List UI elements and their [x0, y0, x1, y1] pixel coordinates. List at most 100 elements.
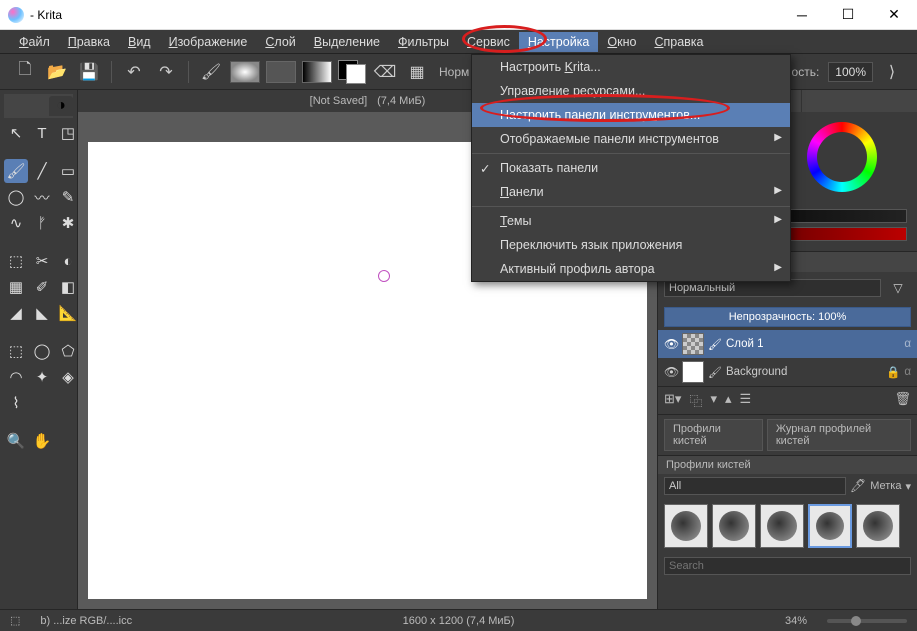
layer-opacity-slider[interactable]: Непрозрачность: 100%	[664, 307, 911, 327]
ellipse-select-tool[interactable]: ◯	[30, 339, 54, 363]
menu-справка[interactable]: Справка	[645, 32, 712, 52]
layer-row[interactable]: 👁🖌Слой 1α	[658, 330, 917, 358]
rect-select-tool[interactable]: ⬚	[4, 339, 28, 363]
brush-filter-select[interactable]: All	[664, 477, 846, 495]
status-select-icon[interactable]: ⬚	[10, 614, 20, 627]
menu-item[interactable]: ✓Показать панели	[472, 156, 790, 180]
menu-изображение[interactable]: Изображение	[160, 32, 257, 52]
rectangle-tool[interactable]: ▭	[56, 159, 80, 183]
redo-button[interactable]: ↷	[153, 59, 179, 85]
eraser-toggle[interactable]: ⌫	[372, 59, 398, 85]
move-layer-down-button[interactable]: ▾	[710, 391, 717, 410]
dyna-brush-tool[interactable]: ᚠ	[30, 211, 54, 235]
transform-tool[interactable]: T	[30, 121, 54, 145]
calligraphy-tool[interactable]: ◐	[56, 249, 80, 273]
zoom-tool[interactable]: 🔍	[4, 429, 28, 453]
alpha-icon[interactable]: α	[904, 366, 911, 378]
opacity-field[interactable]: 100%	[828, 62, 873, 82]
save-file-button[interactable]: 💾	[76, 59, 102, 85]
menu-item[interactable]: Отображаемые панели инструментов▶	[472, 127, 790, 151]
menu-файл[interactable]: Файл	[10, 32, 59, 52]
menu-вид[interactable]: Вид	[119, 32, 160, 52]
text-tool[interactable]: ✂	[30, 249, 54, 273]
tag-label[interactable]: Метка	[870, 480, 901, 492]
minimize-button[interactable]: ─	[779, 0, 825, 30]
delete-layer-button[interactable]: 🗑	[894, 391, 911, 410]
menu-item[interactable]: Активный профиль автора▶	[472, 257, 790, 281]
layer-thumbnail[interactable]	[682, 333, 704, 355]
tag-icon[interactable]: 🖊	[850, 478, 867, 494]
layer-properties-button[interactable]: ☰	[740, 391, 752, 410]
menu-item[interactable]: Панели▶	[472, 180, 790, 204]
color-wheel[interactable]	[807, 122, 877, 192]
visibility-icon[interactable]: 👁	[664, 365, 678, 379]
bezier-select-tool[interactable]: ⌇	[4, 391, 28, 415]
bezier-tool[interactable]: ✎	[56, 185, 80, 209]
menu-item[interactable]: Настроить панели инструментов...	[472, 103, 790, 127]
crop-tool[interactable]: ◳	[56, 121, 80, 145]
brush-search-input[interactable]	[664, 557, 911, 575]
fg-bg-color-swatch[interactable]	[338, 60, 366, 84]
freehand-select-tool[interactable]: ◠	[4, 365, 28, 389]
brush-preset-2[interactable]	[712, 504, 756, 548]
pattern-edit-tool[interactable]: ▦	[4, 275, 28, 299]
zoom-slider[interactable]	[827, 619, 907, 623]
layer-name[interactable]: Background	[726, 366, 882, 378]
assistant-tool[interactable]: ◣	[30, 301, 54, 325]
add-layer-button[interactable]: ⊞▾	[664, 391, 681, 410]
menu-сервис[interactable]: Сервис	[458, 32, 519, 52]
measure-tool[interactable]: 📐	[56, 301, 80, 325]
contiguous-select-tool[interactable]: ✦	[30, 365, 54, 389]
menu-слой[interactable]: Слой	[256, 32, 304, 52]
menu-item[interactable]: Темы▶	[472, 209, 790, 233]
similar-select-tool[interactable]: ◈	[56, 365, 80, 389]
alpha-icon[interactable]: α	[904, 338, 911, 350]
menu-окно[interactable]: Окно	[598, 32, 645, 52]
move-tool[interactable]: ↖	[4, 121, 28, 145]
duplicate-layer-button[interactable]: ⿻	[689, 391, 702, 410]
line-tool[interactable]: ╱	[30, 159, 54, 183]
tag-dropdown-icon[interactable]: ▾	[905, 480, 911, 493]
freehand-path-tool[interactable]: ∿	[4, 211, 28, 235]
pan-tool[interactable]: ✋	[30, 429, 54, 453]
brush-preset-3[interactable]	[760, 504, 804, 548]
menu-выделение[interactable]: Выделение	[305, 32, 389, 52]
menu-настройка[interactable]: Настройка	[519, 32, 599, 52]
move-layer-up-button[interactable]: ▴	[725, 391, 732, 410]
visibility-icon[interactable]: 👁	[664, 337, 678, 351]
freehand-brush-tool[interactable]: 🖌	[4, 159, 28, 183]
lock-icon[interactable]: 🔒	[886, 365, 900, 379]
close-button[interactable]: ✕	[871, 0, 917, 30]
color-picker-tool[interactable]: ✐	[30, 275, 54, 299]
open-file-button[interactable]: 📂	[44, 59, 70, 85]
menu-item[interactable]: Переключить язык приложения	[472, 233, 790, 257]
brush-preset-4[interactable]	[808, 504, 852, 548]
brush-preview[interactable]	[230, 61, 260, 83]
toolbar-chevron[interactable]: ⟩	[879, 59, 905, 85]
layer-filter-icon[interactable]: ▽	[885, 275, 911, 301]
fill-tool[interactable]: ◧	[56, 275, 80, 299]
brush-preset-1[interactable]	[664, 504, 708, 548]
menu-правка[interactable]: Правка	[59, 32, 119, 52]
new-file-button[interactable]: 🗋	[12, 59, 38, 85]
brush-icon[interactable]: 🖌	[198, 59, 224, 85]
undo-button[interactable]: ↶	[121, 59, 147, 85]
tab-brush-profiles[interactable]: Профили кистей	[664, 419, 763, 451]
menu-фильтры[interactable]: Фильтры	[389, 32, 458, 52]
gradient-swatch[interactable]	[302, 61, 332, 83]
ellipse-tool[interactable]: ◯	[4, 185, 28, 209]
alpha-lock-toggle[interactable]: ▦	[404, 59, 430, 85]
status-zoom-value[interactable]: 34%	[785, 615, 807, 627]
brush-preset-5[interactable]	[856, 504, 900, 548]
document-name[interactable]: [Not Saved]	[310, 95, 367, 107]
layer-thumbnail[interactable]	[682, 361, 704, 383]
pattern-swatch[interactable]	[266, 61, 296, 83]
multibrush-tool[interactable]: ✱	[56, 211, 80, 235]
layer-name[interactable]: Слой 1	[726, 338, 900, 350]
polyline-tool[interactable]: 〰	[30, 185, 54, 209]
polygon-select-tool[interactable]: ⬠	[56, 339, 80, 363]
toolbox-tab-icon[interactable]: ◑	[49, 96, 73, 116]
edit-shapes-tool[interactable]: ⬚	[4, 249, 28, 273]
maximize-button[interactable]: ☐	[825, 0, 871, 30]
layer-row[interactable]: 👁🖌Background🔒α	[658, 358, 917, 386]
